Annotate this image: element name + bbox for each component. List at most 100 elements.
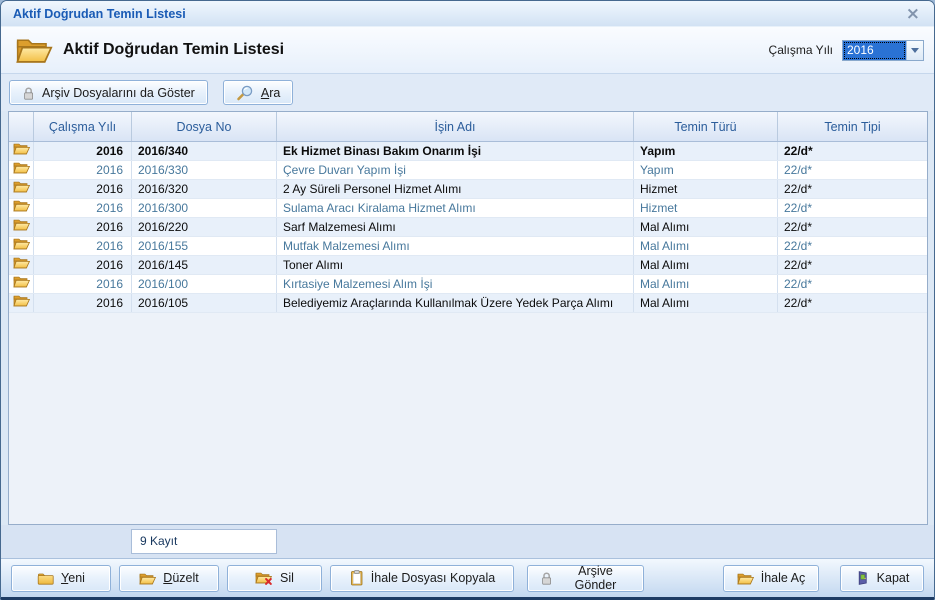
cell-dosya-no: 2016/105 <box>132 294 277 312</box>
table-row[interactable]: 2016 2016/105 Belediyemiz Araçlarında Ku… <box>9 294 927 313</box>
open-folder-icon <box>13 294 30 312</box>
open-folder-icon <box>139 572 156 585</box>
cell-temin-turu: Yapım <box>634 161 778 179</box>
header-temin-turu[interactable]: Temin Türü <box>634 112 778 141</box>
year-selector-group: Çalışma Yılı 2016 <box>769 40 924 61</box>
cell-calisma-yili: 2016 <box>34 218 132 236</box>
page-header: Aktif Doğrudan Temin Listesi Çalışma Yıl… <box>1 27 934 73</box>
cell-dosya-no: 2016/155 <box>132 237 277 255</box>
cell-temin-tipi: 22/d* <box>778 161 927 179</box>
delete-folder-icon <box>255 571 273 585</box>
exit-door-icon <box>855 570 870 586</box>
cell-calisma-yili: 2016 <box>34 161 132 179</box>
cell-temin-turu: Hizmet <box>634 180 778 198</box>
header-calisma-yili[interactable]: Çalışma Yılı <box>34 112 132 141</box>
cell-dosya-no: 2016/145 <box>132 256 277 274</box>
header-icon-column <box>9 112 34 141</box>
table-row[interactable]: 2016 2016/340 Ek Hizmet Binası Bakım Ona… <box>9 142 927 161</box>
cell-isin-adi: Ek Hizmet Binası Bakım Onarım İşi <box>277 142 634 160</box>
open-tender-label: İhale Aç <box>761 571 805 585</box>
page-title: Aktif Doğrudan Temin Listesi <box>63 41 284 59</box>
cell-isin-adi: Belediyemiz Araçlarında Kullanılmak Üzer… <box>277 294 634 312</box>
magnifier-icon <box>236 85 254 101</box>
header-isin-adi[interactable]: İşin Adı <box>277 112 634 141</box>
cell-calisma-yili: 2016 <box>34 142 132 160</box>
year-label: Çalışma Yılı <box>769 43 833 57</box>
send-to-archive-label: Arşive Gönder <box>560 564 631 592</box>
table-body: 2016 2016/340 Ek Hizmet Binası Bakım Ona… <box>9 142 927 313</box>
send-to-archive-button[interactable]: Arşive Gönder <box>527 565 644 592</box>
action-button-bar: Yeni Düzelt Sil <box>1 558 934 597</box>
cell-temin-turu: Mal Alımı <box>634 256 778 274</box>
show-archive-files-label: Arşiv Dosyalarını da Göster <box>42 86 195 100</box>
table-row[interactable]: 2016 2016/320 2 Ay Süreli Personel Hizme… <box>9 180 927 199</box>
open-folder-icon <box>13 256 30 274</box>
lock-icon <box>22 86 35 100</box>
cell-dosya-no: 2016/100 <box>132 275 277 293</box>
cell-temin-tipi: 22/d* <box>778 142 927 160</box>
cell-dosya-no: 2016/300 <box>132 199 277 217</box>
lock-icon <box>540 571 553 585</box>
cell-calisma-yili: 2016 <box>34 256 132 274</box>
new-button[interactable]: Yeni <box>11 565 111 592</box>
cell-temin-tipi: 22/d* <box>778 218 927 236</box>
cell-dosya-no: 2016/320 <box>132 180 277 198</box>
cell-dosya-no: 2016/220 <box>132 218 277 236</box>
cell-calisma-yili: 2016 <box>34 199 132 217</box>
cell-isin-adi: Toner Alımı <box>277 256 634 274</box>
cell-temin-tipi: 22/d* <box>778 199 927 217</box>
cell-dosya-no: 2016/340 <box>132 142 277 160</box>
cell-calisma-yili: 2016 <box>34 237 132 255</box>
table-row[interactable]: 2016 2016/155 Mutfak Malzemesi Alımı Mal… <box>9 237 927 256</box>
header-dosya-no[interactable]: Dosya No <box>132 112 277 141</box>
open-folder-icon <box>13 237 30 255</box>
year-combobox[interactable]: 2016 <box>842 40 924 61</box>
year-combobox-value[interactable]: 2016 <box>843 41 906 60</box>
table-row[interactable]: 2016 2016/330 Çevre Duvarı Yapım İşi Yap… <box>9 161 927 180</box>
cell-temin-turu: Mal Alımı <box>634 294 778 312</box>
new-label: Yeni <box>61 571 85 585</box>
cell-temin-tipi: 22/d* <box>778 237 927 255</box>
record-count: 9 Kayıt <box>131 529 277 554</box>
open-tender-button[interactable]: İhale Aç <box>723 565 819 592</box>
open-folder-icon <box>737 572 754 585</box>
procurement-table: Çalışma Yılı Dosya No İşin Adı Temin Tür… <box>8 111 928 525</box>
table-footer: 9 Kayıt <box>1 525 934 558</box>
close-icon[interactable]: × <box>902 6 924 22</box>
delete-label: Sil <box>280 571 294 585</box>
delete-button[interactable]: Sil <box>227 565 322 592</box>
cell-temin-tipi: 22/d* <box>778 294 927 312</box>
table-row[interactable]: 2016 2016/220 Sarf Malzemesi Alımı Mal A… <box>9 218 927 237</box>
cell-isin-adi: Mutfak Malzemesi Alımı <box>277 237 634 255</box>
table-row[interactable]: 2016 2016/145 Toner Alımı Mal Alımı 22/d… <box>9 256 927 275</box>
copy-tender-file-button[interactable]: İhale Dosyası Kopyala <box>330 565 514 592</box>
show-archive-files-button[interactable]: Arşiv Dosyalarını da Göster <box>9 80 208 105</box>
search-button[interactable]: Ara <box>223 80 293 105</box>
cell-calisma-yili: 2016 <box>34 180 132 198</box>
title-bar: Aktif Doğrudan Temin Listesi × <box>1 1 934 27</box>
chevron-down-icon <box>911 48 919 53</box>
table-row[interactable]: 2016 2016/300 Sulama Aracı Kiralama Hizm… <box>9 199 927 218</box>
cell-temin-turu: Yapım <box>634 142 778 160</box>
cell-temin-tipi: 22/d* <box>778 180 927 198</box>
open-folder-icon <box>13 161 30 179</box>
cell-dosya-no: 2016/330 <box>132 161 277 179</box>
window-title: Aktif Doğrudan Temin Listesi <box>13 7 902 21</box>
table-row[interactable]: 2016 2016/100 Kırtasiye Malzemesi Alım İ… <box>9 275 927 294</box>
app-window: Aktif Doğrudan Temin Listesi × Aktif Doğ… <box>0 0 935 600</box>
year-combobox-dropdown-button[interactable] <box>906 41 923 60</box>
open-folder-icon <box>13 275 30 293</box>
cell-isin-adi: 2 Ay Süreli Personel Hizmet Alımı <box>277 180 634 198</box>
close-button[interactable]: Kapat <box>840 565 924 592</box>
cell-temin-turu: Mal Alımı <box>634 237 778 255</box>
cell-temin-turu: Mal Alımı <box>634 218 778 236</box>
open-folder-icon <box>13 199 30 217</box>
header-temin-tipi[interactable]: Temin Tipi <box>778 112 927 141</box>
cell-temin-tipi: 22/d* <box>778 275 927 293</box>
search-label: Ara <box>261 86 280 100</box>
open-folder-icon <box>13 218 30 236</box>
cell-temin-turu: Mal Alımı <box>634 275 778 293</box>
cell-calisma-yili: 2016 <box>34 294 132 312</box>
edit-button[interactable]: Düzelt <box>119 565 219 592</box>
cell-isin-adi: Çevre Duvarı Yapım İşi <box>277 161 634 179</box>
